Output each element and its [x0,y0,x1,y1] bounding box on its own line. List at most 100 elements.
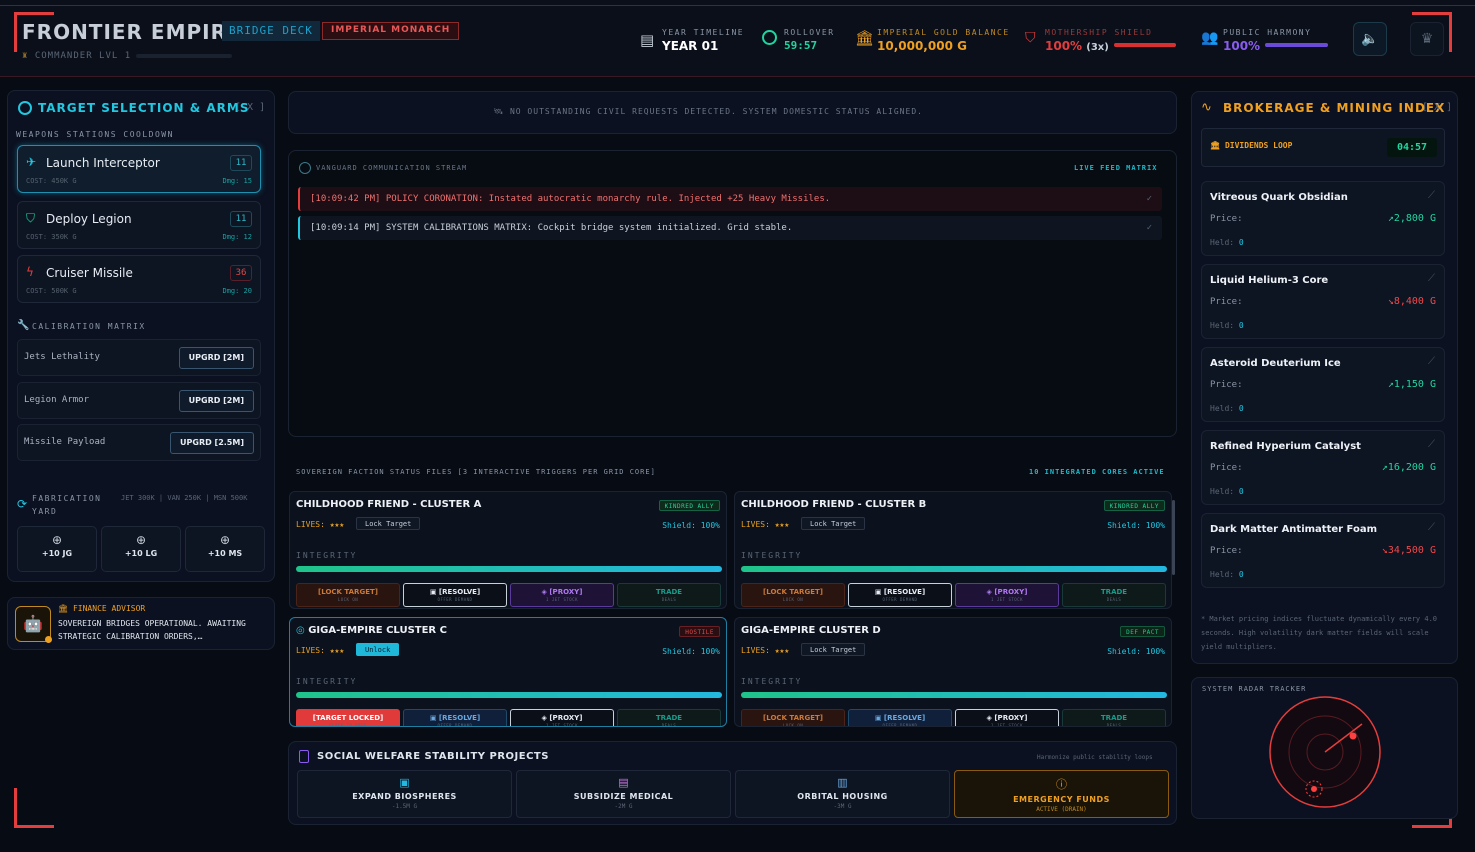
bridge-deck-tag[interactable]: BRIDGE DECK [222,21,320,41]
proxy-button[interactable]: ◈ [PROXY] 1 JET STOCK [510,583,614,607]
stream-title: VANGUARD COMMUNICATION STREAM [316,164,468,172]
fab-jets-button[interactable]: ⊕ +10 JG [17,526,97,572]
proxy-button[interactable]: ◈ [PROXY] 1 JET STOCK [955,709,1059,726]
integrity-bar [296,692,722,698]
upgrade-missile-button[interactable]: UPGRD [2.5M] [170,432,254,454]
relation-badge: KINDRED ALLY [1103,500,1165,511]
pulse-icon: ∿ [1201,100,1212,115]
log-entry: [10:09:42 PM] POLICY CORONATION: Instate… [298,187,1162,211]
chart-icon[interactable]: ⟋ [1428,439,1435,450]
shield-bar-fill [1114,43,1176,47]
weapon-launch-interceptor[interactable]: ✈ Launch Interceptor 11 COST: 450K G Dmg… [17,145,261,193]
lock-target-button[interactable]: Lock Target [801,643,866,656]
hud-corner [14,788,54,828]
integrity-label: INTEGRITY [296,551,358,560]
timeline-label: YEAR TIMELINE [662,28,745,37]
trade-button[interactable]: TRADE DEALS [1062,583,1166,607]
bank-icon: 🏛 [1210,141,1221,150]
asset-price: ↗1,150 G [1387,379,1436,390]
asset-held: Held: 0 [1210,238,1244,247]
lock-action-button[interactable]: [LOCK TARGET] LOCK ON [741,709,845,726]
market-asset[interactable]: Liquid Helium-3 Core ⟋ Price: ↘8,400 G H… [1201,264,1445,339]
market-asset[interactable]: Asteroid Deuterium Ice ⟋ Price: ↗1,150 G… [1201,347,1445,422]
rollover-label: ROLLOVER [784,28,835,37]
resolve-button[interactable]: ▣ [RESOLVE] OFFER DEMAND [403,709,507,726]
brand-title: FRONTIER EMPIRE [22,20,242,44]
market-asset[interactable]: Dark Matter Antimatter Foam ⟋ Price: ↘34… [1201,513,1445,588]
trade-button[interactable]: TRADE DEALS [617,709,721,726]
faction-core: GIGA-EMPIRE CLUSTER D DEF PACT LIVES: ★★★ L… [734,617,1172,727]
expand-biospheres-button[interactable]: ▣ EXPAND BIOSPHERES -1.5M G [297,770,512,818]
proxy-button[interactable]: ◈ [PROXY] 1 JET STOCK [955,583,1059,607]
trade-button[interactable]: TRADE DEALS [1062,709,1166,726]
market-asset[interactable]: Vitreous Quark Obsidian ⟋ Price: ↗2,800 … [1201,181,1445,256]
log-entry: [10:09:14 PM] SYSTEM CALIBRATIONS MATRIX… [298,216,1162,240]
trade-button[interactable]: TRADE DEALS [617,583,721,607]
asset-held: Held: 0 [1210,404,1244,413]
users-icon: 👥 [1201,30,1219,46]
refresh-icon: ⟳ [17,497,28,511]
harmony-value: 100% [1223,39,1261,53]
check-icon: ✓ [1146,194,1152,204]
plus-icon: ⊕ [219,533,231,547]
resolve-button[interactable]: ▣ [RESOLVE] OFFER DEMAND [848,709,952,726]
subsidize-medical-button[interactable]: ▤ SUBSIDIZE MEDICAL -2M G [516,770,731,818]
jet-icon: ✈ [26,155,37,169]
brokerage-close-button[interactable]: [ X ] [1422,102,1452,113]
speaker-icon: 🔈 [1361,31,1379,47]
radar-title: SYSTEM RADAR TRACKER [1202,685,1307,693]
shield-readout: Shield: 100% [1107,647,1165,656]
lock-target-button[interactable]: Lock Target [801,517,866,530]
integrity-label: INTEGRITY [741,677,803,686]
bank-icon: 🏛 [58,604,69,613]
weapon-cruiser-missile[interactable]: ϟ Cruiser Missile 36 COST: 500K G Dmg: 2… [17,255,261,303]
fab-legion-button[interactable]: ⊕ +10 LG [101,526,181,572]
orbital-housing-button[interactable]: ▥ ORBITAL HOUSING -3M G [735,770,950,818]
clock-icon [762,30,777,45]
lock-target-button[interactable]: Unlock [356,643,400,656]
civil-notice-text: 🛰 NO OUTSTANDING CIVIL REQUESTS DETECTED… [493,107,923,116]
hud-corner [14,12,54,52]
sound-button[interactable]: 🔈 [1353,22,1387,56]
chart-icon[interactable]: ⟋ [1428,190,1435,201]
faction-title: SOVEREIGN FACTION STATUS FILES [3 INTERA… [296,468,656,476]
harmony-bar-fill [1265,43,1328,47]
chart-icon[interactable]: ⟋ [1428,356,1435,367]
faction-core: ◎ GIGA-EMPIRE CLUSTER C HOSTILE LIVES: ★★★… [289,617,727,727]
proxy-button[interactable]: ◈ [PROXY] 1 JET STOCK [510,709,614,726]
market-asset[interactable]: Refined Hyperium Catalyst ⟋ Price: ↗16,2… [1201,430,1445,505]
harmony-bar [1265,43,1328,47]
resolve-button[interactable]: ▣ [RESOLVE] OFFER DEMAND [403,583,507,607]
emergency-funds-button[interactable]: ⓘ EMERGENCY FUNDS ACTIVE (DRAIN) [954,770,1169,818]
arms-panel-title: TARGET SELECTION & ARMS [38,101,250,115]
faction-scrollbar[interactable] [1172,500,1175,575]
faction-core: CHILDHOOD FRIEND - CLUSTER B KINDRED ALLY… [734,491,1172,609]
weapon-deploy-legion[interactable]: ⛉ Deploy Legion 11 COST: 350K G Dmg: 12 [17,201,261,249]
welfare-hint: Harmonize public stability loops [1037,754,1153,761]
lives: LIVES: ★★★ [741,520,790,529]
check-icon: ✓ [1146,223,1152,233]
core-name: GIGA-EMPIRE CLUSTER D [741,625,881,636]
upgrade-legion-button[interactable]: UPGRD [2M] [178,390,254,412]
core-name: CHILDHOOD FRIEND - CLUSTER B [741,499,927,510]
status-dot [45,636,52,643]
asset-held: Held: 0 [1210,321,1244,330]
core-name: CHILDHOOD FRIEND - CLUSTER A [296,499,482,510]
integrity-bar [741,566,1167,572]
resolve-button[interactable]: ▣ [RESOLVE] OFFER DEMAND [848,583,952,607]
asset-name: Asteroid Deuterium Ice [1210,358,1341,369]
lock-target-button[interactable]: Lock Target [356,517,421,530]
lock-action-button[interactable]: [TARGET LOCKED] CLICK TO FREE [296,709,400,726]
commander-level: ♜ COMMANDER LVL 1 [22,51,132,61]
upgrade-jets-button[interactable]: UPGRD [2M] [178,347,254,369]
arms-close-button[interactable]: [ X ] [235,102,265,113]
lock-action-button[interactable]: [LOCK TARGET] LOCK ON [741,583,845,607]
lock-action-button[interactable]: [LOCK TARGET] LOCK ON [296,583,400,607]
integrity-label: INTEGRITY [296,677,358,686]
chart-icon[interactable]: ⟋ [1428,522,1435,533]
fab-missile-button[interactable]: ⊕ +10 MS [185,526,265,572]
chart-icon[interactable]: ⟋ [1428,273,1435,284]
relation-badge: KINDRED ALLY [658,500,720,511]
upgrade-row: Jets Lethality UPGRD [2M] [17,339,261,376]
shield-icon: ⛉ [26,211,36,225]
